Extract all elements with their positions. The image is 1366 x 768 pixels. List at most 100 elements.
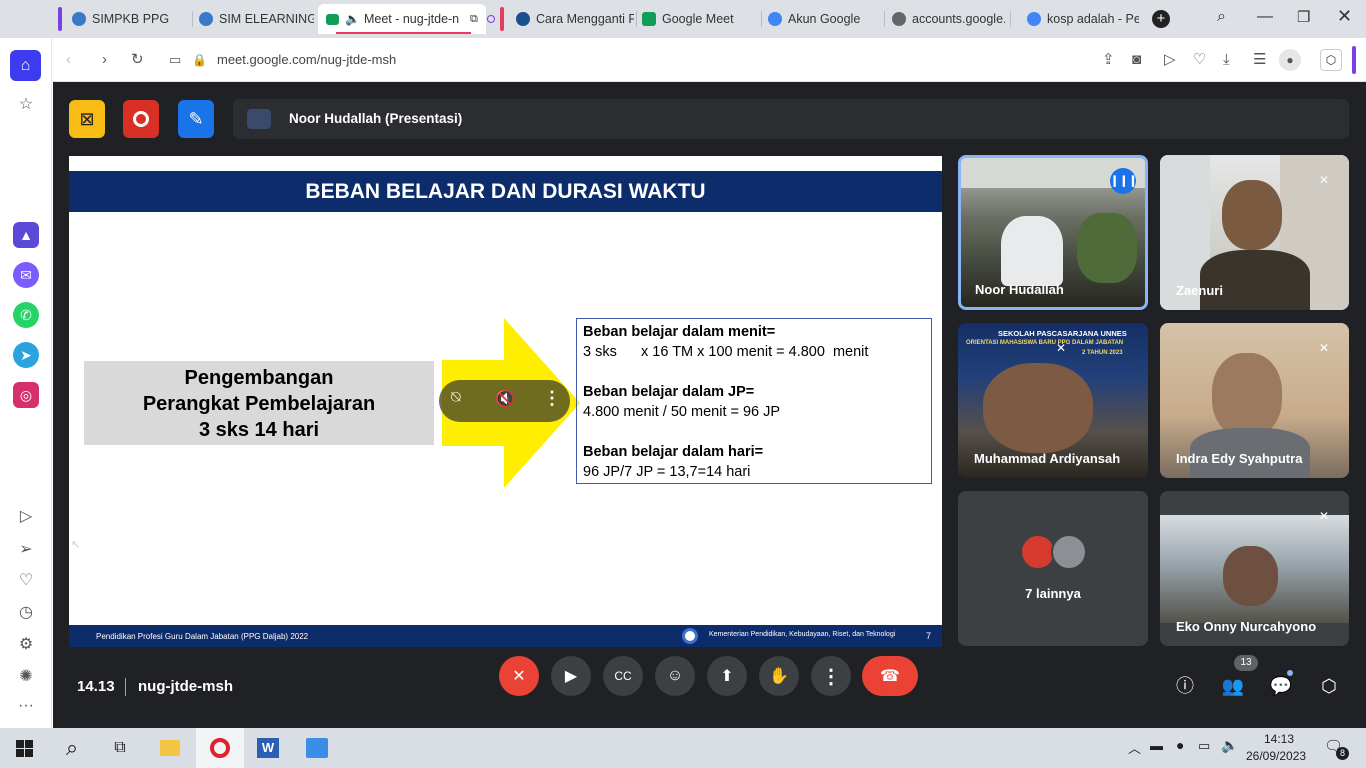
meet-window: ⊠ ✎ Noor Hudallah (Presentasi) BEBAN BEL… — [53, 82, 1366, 728]
start-button[interactable] — [0, 728, 48, 768]
google-icon — [1027, 12, 1041, 26]
download-icon[interactable]: ⤓ — [1223, 50, 1230, 70]
home-icon[interactable]: ⌂ — [10, 50, 41, 81]
instagram-icon[interactable]: ◎ — [13, 382, 39, 408]
raise-hand-button[interactable]: ✋ — [759, 656, 799, 696]
meet-icon — [642, 12, 656, 26]
reload-icon[interactable]: ↻ — [131, 50, 144, 70]
history-icon[interactable]: ◷ — [16, 603, 36, 623]
mic-off-icon: ✕ — [1318, 509, 1330, 523]
restore-button[interactable]: ❐ — [1297, 8, 1310, 26]
tray-chevron-icon[interactable]: ︿ — [1128, 738, 1141, 757]
leave-call-button[interactable]: ☎ — [862, 656, 918, 696]
tab-meet[interactable]: 🔈 Meet - nug-jtde-n ⧉ — [318, 4, 486, 34]
file-explorer-icon[interactable] — [146, 728, 194, 768]
slide-controls-pill: ⍉ 🔇 ⋮ — [439, 380, 570, 422]
telegram-icon[interactable]: ➤ — [13, 342, 39, 368]
lightbulb-icon[interactable]: ✺ — [16, 667, 36, 687]
lock-icon: 🔒 — [192, 53, 207, 67]
more-icon[interactable]: ··· — [16, 696, 36, 716]
tray-volume-icon[interactable]: 🔈 — [1221, 737, 1238, 754]
camera-site-icon[interactable]: ▭ — [169, 50, 181, 70]
minimize-button[interactable]: — — [1257, 8, 1273, 26]
whatsapp-icon[interactable]: ✆ — [13, 302, 39, 328]
meeting-code: nug-jtde-msh — [138, 678, 233, 695]
avatar — [1223, 546, 1278, 606]
opera-taskbar-icon[interactable] — [196, 728, 244, 768]
clock-date[interactable]: 26/09/2023 — [1246, 749, 1306, 763]
task-view-icon[interactable]: ⧉ — [96, 728, 144, 768]
captions-button[interactable]: CC — [603, 656, 643, 696]
s-logo-icon — [516, 12, 530, 26]
present-button[interactable]: ⬆ — [707, 656, 747, 696]
settings-icon[interactable]: ⚙ — [16, 635, 36, 655]
extensions-icon[interactable]: ⬡ — [1320, 49, 1342, 71]
participant-tile-eko[interactable]: ✕ Eko Onny Nurcahyono — [1160, 491, 1349, 646]
search-icon[interactable]: ⌕ — [48, 728, 96, 768]
participant-tile-indra[interactable]: ✕ Indra Edy Syahputra — [1160, 323, 1349, 478]
easy-setup-icon[interactable]: ☰ — [1253, 50, 1266, 70]
tab-simpkb[interactable]: SIMPKB PPG — [72, 6, 187, 32]
meeting-info-button[interactable]: ⓘ — [1171, 672, 1199, 700]
notes-button[interactable]: ✎ — [178, 100, 214, 138]
volume-off-icon[interactable]: 🔇 — [495, 389, 515, 409]
tab-akun-google[interactable]: Akun Google — [768, 6, 880, 32]
more-vert-icon[interactable]: ⋮ — [543, 388, 561, 409]
activities-button[interactable]: ⬡ — [1315, 672, 1343, 700]
aria-icon[interactable]: ▲ — [13, 222, 39, 248]
tab-kosp[interactable]: kosp adalah - Pen — [1027, 6, 1139, 32]
back-icon[interactable]: ‹ — [66, 50, 71, 70]
participant-tile-others[interactable]: 7 lainnya — [958, 491, 1148, 646]
star-icon[interactable]: ☆ — [16, 95, 36, 115]
participant-tile-muhammad[interactable]: SEKOLAH PASCASARJANA UNNES ORIENTASI MAH… — [958, 323, 1148, 478]
heart-icon[interactable]: ♡ — [16, 571, 36, 591]
new-tab-button[interactable]: + — [1152, 10, 1170, 28]
send-to-icon[interactable]: ▷ — [1164, 50, 1176, 70]
people-button[interactable]: 👥 — [1219, 672, 1247, 700]
mouse-cursor-icon: ↖ — [71, 539, 81, 551]
speaking-indicator-icon: ❙❙❙ — [1110, 168, 1138, 194]
slide-footer: Pendidikan Profesi Guru Dalam Jabatan (P… — [69, 625, 942, 647]
pin-off-icon[interactable]: ⍉ — [451, 389, 461, 407]
snapshot-icon[interactable]: ◙ — [1132, 50, 1141, 70]
url-field[interactable]: meet.google.com/nug-jtde-msh — [217, 52, 396, 67]
tray-network-icon[interactable]: ▭ — [1198, 738, 1210, 754]
chat-button[interactable]: 💬 — [1267, 672, 1295, 700]
presenter-banner: Noor Hudallah (Presentasi) — [233, 99, 1349, 139]
tab-sim-elearning[interactable]: SIM ELEARNING — [199, 6, 314, 32]
profile-icon[interactable]: ● — [1279, 49, 1301, 71]
meeting-time: 14.13 — [77, 678, 115, 695]
camera-toggle-button[interactable]: ▶ — [551, 656, 591, 696]
record-button[interactable] — [123, 100, 159, 138]
tab-google-meet[interactable]: Google Meet — [642, 6, 757, 32]
mic-off-icon: ✕ — [1318, 341, 1330, 355]
bookmark-heart-icon[interactable]: ♡ — [1193, 50, 1206, 70]
participant-tile-noor[interactable]: ❙❙❙ Noor Hudallah — [958, 155, 1148, 310]
more-options-button[interactable]: ⋮ — [811, 656, 851, 696]
slide-title: BEBAN BELAJAR DAN DURASI WAKTU — [69, 171, 942, 212]
player-icon[interactable]: ▷ — [16, 507, 36, 527]
tab-cara-mengganti[interactable]: Cara Mengganti F — [516, 6, 634, 32]
search-tabs-icon[interactable]: ⌕ — [1217, 8, 1226, 26]
participant-tile-zaenuri[interactable]: ✕ Zaenuri — [1160, 155, 1349, 310]
mic-toggle-button[interactable]: ✕ — [499, 656, 539, 696]
globe-icon — [892, 12, 906, 26]
globe-icon — [72, 12, 86, 26]
opera-sidebar: ⌂ ☆ ▲ ✉ ✆ ➤ ◎ ▷ ➢ ♡ ◷ ⚙ ✺ ··· — [0, 0, 52, 728]
windows-taskbar: ⌕ ⧉ W ︿ ▬ ● ▭ 🔈 14:13 26/09/2023 🗨 8 — [0, 728, 1366, 768]
close-window-button[interactable]: ✕ — [1337, 6, 1352, 27]
emoji-button[interactable]: ☺ — [655, 656, 695, 696]
messenger-icon[interactable]: ✉ — [13, 262, 39, 288]
tray-usb-icon[interactable]: ▬ — [1150, 738, 1163, 753]
forward-icon[interactable]: › — [102, 50, 107, 70]
pip-icon[interactable]: ⧉ — [470, 13, 478, 26]
clock-time[interactable]: 14:13 — [1264, 732, 1294, 746]
send-icon[interactable]: ➢ — [16, 540, 36, 560]
tray-mic-icon[interactable]: ● — [1176, 737, 1184, 753]
tab-accounts-google[interactable]: accounts.google.c — [892, 6, 1005, 32]
presentation-off-button[interactable]: ⊠ — [69, 100, 105, 138]
paint-app-icon[interactable] — [293, 728, 341, 768]
word-icon[interactable]: W — [244, 728, 292, 768]
share-icon[interactable]: ⇪ — [1102, 50, 1115, 70]
mic-off-icon: ✕ — [1318, 173, 1330, 187]
